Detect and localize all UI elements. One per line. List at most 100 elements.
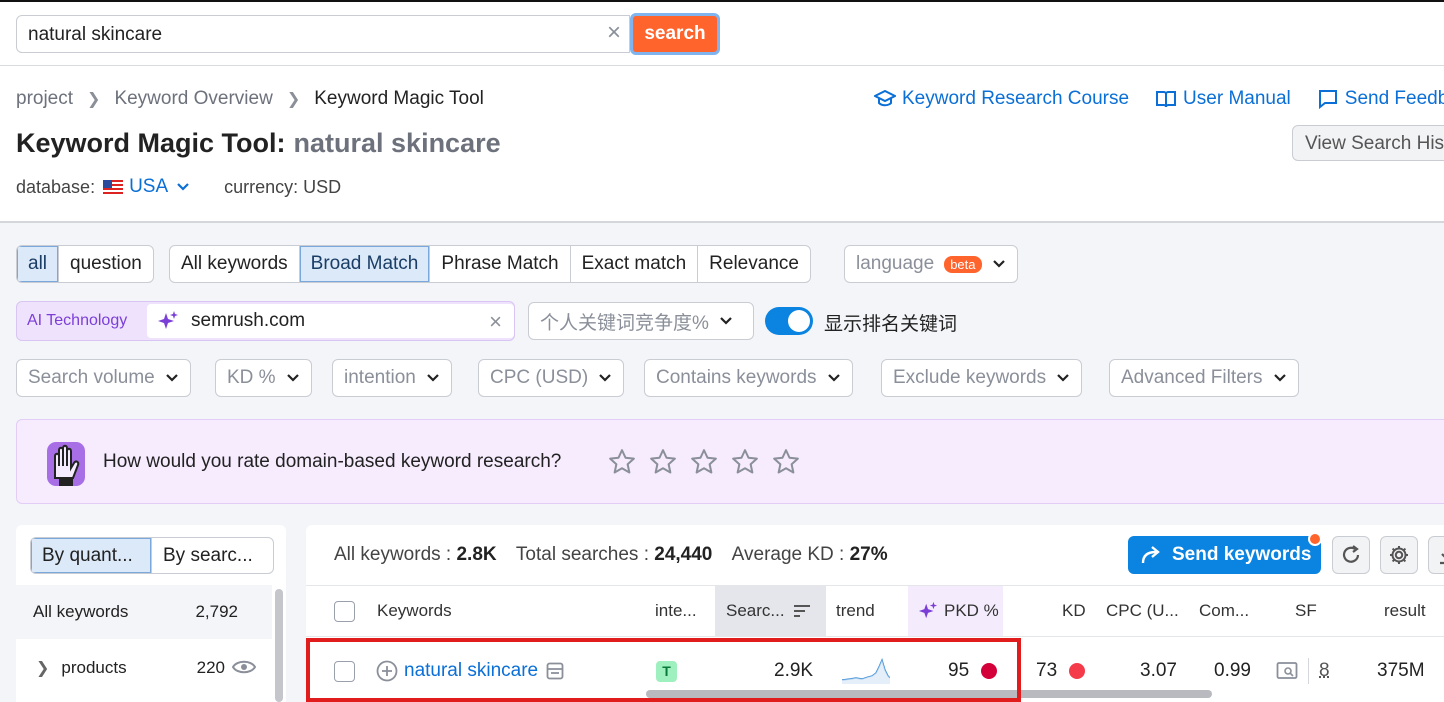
breadcrumb-keyword-overview[interactable]: Keyword Overview — [114, 88, 272, 110]
sparkle-icon — [158, 311, 178, 329]
competition-cell: 0.99 — [1214, 660, 1251, 681]
export-button[interactable] — [1428, 536, 1444, 574]
tab-question[interactable]: question — [59, 246, 153, 282]
language-dropdown[interactable]: language beta — [844, 245, 1018, 283]
table-row: natural skincare T 2.9K 95 73 3.07 0.99 … — [306, 640, 1444, 702]
star-icon[interactable] — [601, 446, 642, 478]
tab-all-keywords[interactable]: All keywords — [170, 246, 300, 282]
include-keywords-filter[interactable]: Contains keywords — [644, 359, 853, 397]
keyword-cell: natural skincare — [376, 640, 564, 702]
pkd-value: 95 — [948, 660, 970, 681]
select-all-checkbox[interactable] — [334, 586, 355, 636]
all-keywords-label: All keywords : — [334, 544, 452, 565]
tab-exact-match[interactable]: Exact match — [571, 246, 699, 282]
download-icon — [1440, 553, 1444, 565]
col-competition[interactable]: Com... — [1199, 586, 1249, 636]
refresh-button[interactable] — [1332, 536, 1370, 574]
breadcrumb-project[interactable]: project — [16, 88, 73, 110]
cpc-filter[interactable]: CPC (USD) — [478, 359, 625, 397]
chevron-down-icon[interactable] — [176, 182, 190, 192]
database-value[interactable]: USA — [129, 176, 168, 198]
kd-value: 73 — [1036, 660, 1058, 681]
keyword-groups-panel: By quant... By searc... All keywords 2,7… — [16, 525, 286, 702]
tab-relevance[interactable]: Relevance — [698, 246, 810, 282]
group-products[interactable]: ❯ products 220 — [16, 641, 272, 695]
advanced-filters[interactable]: Advanced Filters — [1109, 359, 1299, 397]
share-arrow-icon — [1141, 546, 1160, 564]
clear-domain-icon[interactable]: × — [489, 309, 502, 335]
clear-search-icon[interactable]: × — [607, 21, 621, 45]
tab-broad-match[interactable]: Broad Match — [299, 246, 431, 282]
ai-domain-filter: AI Technology semrush.com × — [16, 301, 515, 341]
star-icon[interactable] — [724, 446, 765, 478]
serp-features-count[interactable]: 8 — [1319, 660, 1330, 682]
settings-button[interactable] — [1380, 536, 1418, 574]
groups-scrollbar[interactable] — [275, 589, 283, 702]
difficulty-dot — [1069, 663, 1086, 679]
show-ranking-label: 显示排名关键词 — [824, 314, 958, 335]
keyword-research-course-link[interactable]: Keyword Research Course — [874, 88, 1129, 110]
user-manual-link[interactable]: User Manual — [1155, 88, 1291, 110]
send-keywords-label: Send keywords — [1172, 544, 1312, 565]
col-serp-features[interactable]: SF — [1295, 586, 1317, 636]
group-sort-tabs: By quant... By searc... — [30, 537, 274, 574]
eye-icon[interactable] — [232, 659, 256, 675]
filter-label: KD % — [227, 367, 276, 388]
serp-feature-icon[interactable] — [1276, 661, 1298, 681]
filter-label: CPC (USD) — [490, 367, 589, 388]
pkd-placeholder: 个人关键词竞争度% — [540, 312, 709, 334]
star-icon[interactable] — [642, 446, 683, 478]
send-feedback-link[interactable]: Send Feedback — [1317, 88, 1444, 110]
col-intent[interactable]: inte... — [655, 586, 697, 636]
search-input[interactable] — [28, 24, 588, 46]
col-search-volume[interactable]: Searc... — [715, 586, 826, 636]
tab-phrase-match[interactable]: Phrase Match — [430, 246, 571, 282]
help-links: Keyword Research Course User Manual Send… — [874, 88, 1444, 110]
col-keywords[interactable]: Keywords — [377, 586, 452, 636]
user-manual-label: User Manual — [1183, 88, 1291, 109]
send-keywords-button[interactable]: Send keywords — [1128, 536, 1321, 574]
intent-filter[interactable]: intention — [332, 359, 452, 397]
domain-input[interactable]: semrush.com × — [147, 304, 514, 338]
group-count: 2,792 — [195, 602, 238, 621]
chevron-down-icon — [286, 374, 299, 382]
filter-label: intention — [344, 367, 416, 388]
add-circle-icon[interactable] — [376, 660, 398, 682]
filter-label: Contains keywords — [656, 367, 817, 388]
group-label: All keywords — [33, 602, 129, 621]
tab-all[interactable]: all — [17, 246, 60, 282]
col-trend[interactable]: trend — [836, 586, 875, 636]
chat-bubble-icon — [1318, 90, 1337, 109]
search-button[interactable]: search — [630, 13, 720, 55]
chevron-right-icon[interactable]: ❯ — [36, 658, 49, 678]
tab-by-quantity[interactable]: By quant... — [31, 538, 152, 573]
kd-filter[interactable]: KD % — [215, 359, 312, 397]
group-all-keywords[interactable]: All keywords 2,792 — [16, 585, 272, 639]
page-title-prefix: Keyword Magic Tool: — [16, 128, 286, 158]
star-icon[interactable] — [765, 446, 806, 478]
database-label: database: — [16, 176, 96, 197]
col-cpc[interactable]: CPC (U... — [1106, 586, 1179, 636]
keyword-type-tabs: all question — [16, 245, 154, 283]
filter-label: Exclude keywords — [893, 367, 1047, 388]
chevron-down-icon — [1273, 374, 1286, 382]
match-type-tabs: All keywords Broad Match Phrase Match Ex… — [169, 245, 811, 283]
star-icon[interactable] — [683, 446, 724, 478]
col-results[interactable]: result — [1384, 586, 1426, 636]
pkd-dropdown[interactable]: 个人关键词竞争度% — [528, 302, 754, 340]
col-kd[interactable]: KD — [1062, 586, 1086, 636]
col-pkd[interactable]: PKD % — [908, 586, 1003, 636]
search-field[interactable]: × — [16, 15, 630, 53]
search-volume-filter[interactable]: Search volume — [16, 359, 191, 397]
tab-by-search[interactable]: By searc... — [152, 538, 273, 573]
exclude-keywords-filter[interactable]: Exclude keywords — [881, 359, 1083, 397]
language-label: language — [856, 253, 935, 274]
chevron-down-icon — [1057, 374, 1069, 382]
page-title-keyword: natural skincare — [293, 128, 501, 158]
show-ranking-toggle[interactable] — [765, 307, 813, 335]
view-search-history-button[interactable]: View Search History — [1292, 125, 1444, 161]
us-flag-icon — [103, 180, 124, 194]
serp-snapshot-icon[interactable] — [546, 662, 564, 680]
row-checkbox[interactable] — [334, 640, 355, 702]
keyword-link[interactable]: natural skincare — [404, 660, 538, 682]
